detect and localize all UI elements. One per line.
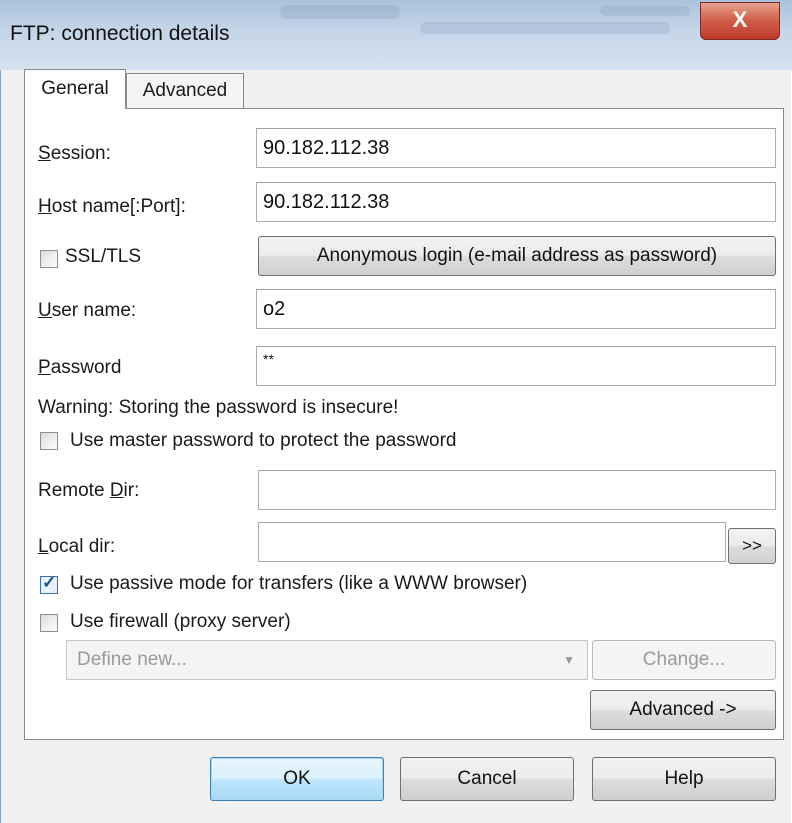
browse-local-dir-button[interactable]: >> — [728, 528, 776, 564]
user-label-rest: ser name: — [51, 300, 137, 321]
tab-general[interactable]: General — [24, 69, 126, 109]
change-button: Change... — [592, 640, 776, 680]
tab-advanced[interactable]: Advanced — [126, 73, 244, 109]
user-label: User name: — [38, 300, 136, 322]
session-label: Session: — [38, 143, 111, 165]
password-label-rest: assword — [50, 357, 122, 378]
advanced-button[interactable]: Advanced -> — [590, 690, 776, 730]
password-warning: Warning: Storing the password is insecur… — [38, 397, 399, 418]
proxy-select-value: Define new... — [77, 649, 187, 670]
master-password-checkbox[interactable] — [40, 432, 58, 450]
remote-dir-label-rest: ir: — [123, 480, 140, 501]
local-dir-input[interactable] — [258, 522, 726, 562]
ok-button[interactable]: OK — [210, 757, 384, 801]
password-label: Password — [38, 357, 121, 379]
local-dir-label-rest: ocal dir: — [48, 536, 116, 557]
firewall-checkbox[interactable] — [40, 614, 58, 632]
proxy-select: Define new... ▼ — [66, 640, 588, 680]
session-mnemonic: S — [38, 143, 51, 164]
password-input[interactable]: ** — [256, 346, 776, 386]
close-button[interactable]: X — [700, 2, 780, 40]
passive-mode-label: Use passive mode for transfers (like a W… — [70, 573, 528, 594]
password-mnemonic: P — [38, 357, 51, 378]
remote-dir-mnemonic: D — [109, 480, 124, 501]
local-dir-label: Local dir: — [38, 536, 115, 558]
titlebar-background-blur — [420, 22, 670, 34]
titlebar-background-blur — [600, 6, 690, 16]
host-label: Host name[:Port]: — [38, 196, 186, 218]
host-input[interactable]: 90.182.112.38 — [256, 182, 776, 222]
session-label-rest: ession: — [50, 143, 111, 164]
window-title: FTP: connection details — [10, 22, 230, 45]
titlebar-background-blur — [280, 5, 400, 19]
user-mnemonic: U — [38, 300, 52, 321]
ssl-label: SSL/TLS — [65, 246, 142, 267]
remote-dir-input[interactable] — [258, 470, 776, 510]
passive-mode-checkbox[interactable] — [40, 573, 58, 594]
master-password-label: Use master password to protect the passw… — [70, 430, 457, 451]
help-button[interactable]: Help — [592, 757, 776, 801]
ssl-checkbox[interactable] — [40, 250, 58, 268]
remote-dir-label: Remote Dir: — [38, 480, 139, 502]
anonymous-login-button[interactable]: Anonymous login (e-mail address as passw… — [258, 236, 776, 276]
close-icon: X — [732, 7, 748, 32]
host-mnemonic: H — [38, 196, 52, 217]
firewall-label: Use firewall (proxy server) — [70, 611, 291, 632]
local-dir-mnemonic: L — [38, 536, 49, 557]
title-bar: FTP: connection details X — [0, 0, 792, 70]
cancel-button[interactable]: Cancel — [400, 757, 574, 801]
remote-dir-label-text: Remote — [38, 480, 110, 501]
chevron-down-icon: ▼ — [563, 653, 575, 667]
host-label-rest: ost name[:Port]: — [51, 196, 186, 217]
session-input[interactable]: 90.182.112.38 — [256, 128, 776, 168]
username-input[interactable]: o2 — [256, 289, 776, 329]
